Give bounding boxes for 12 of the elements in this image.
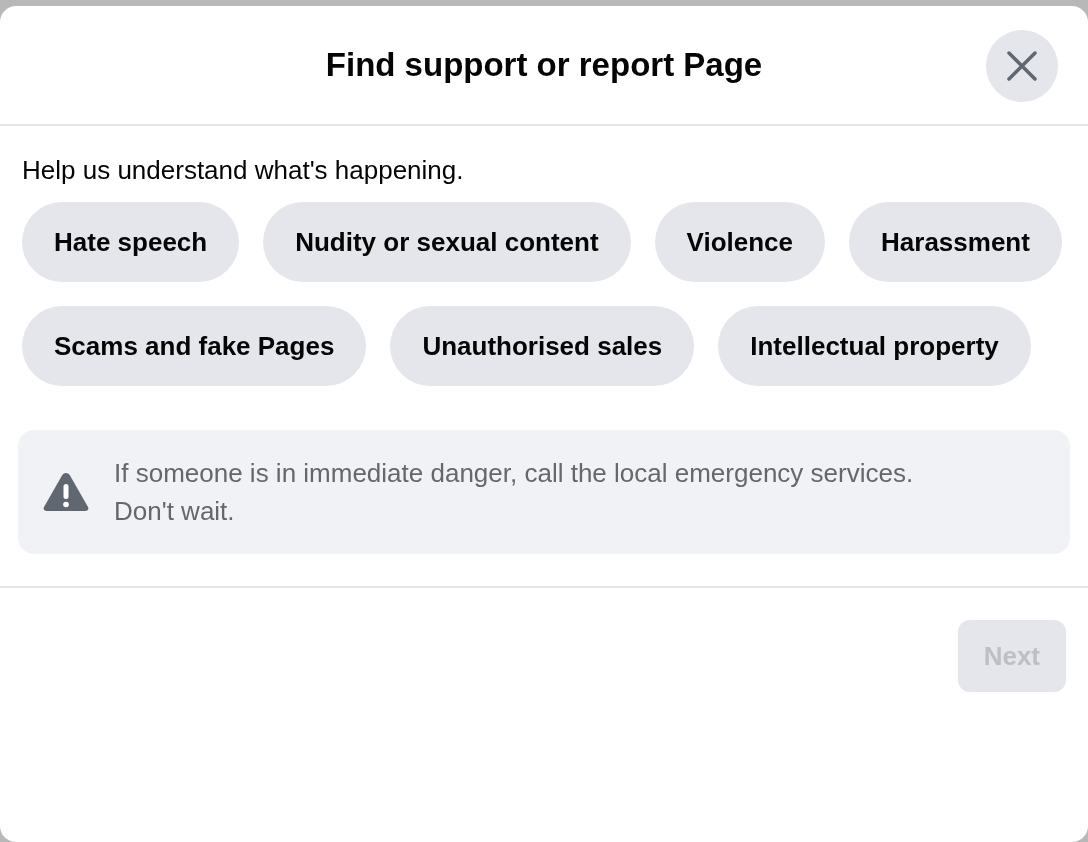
dialog-title: Find support or report Page bbox=[325, 45, 763, 86]
category-chip[interactable]: Scams and fake Pages bbox=[22, 306, 367, 386]
category-chip[interactable]: Hate speech bbox=[22, 202, 240, 282]
category-chip[interactable]: Harassment bbox=[849, 202, 1062, 282]
category-chip[interactable]: Nudity or sexual content bbox=[263, 202, 631, 282]
close-icon bbox=[1006, 50, 1038, 82]
prompt-text: Help us understand what's happening. bbox=[22, 154, 465, 186]
warning-icon bbox=[42, 471, 90, 513]
notice-text: If someone is in immediate danger, call the local emergency services. Don't wait. bbox=[114, 457, 915, 528]
category-chip[interactable]: Unauthorised sales bbox=[390, 306, 695, 386]
category-chip[interactable]: Violence bbox=[654, 202, 826, 282]
category-chip[interactable]: Intellectual property bbox=[718, 306, 1031, 386]
